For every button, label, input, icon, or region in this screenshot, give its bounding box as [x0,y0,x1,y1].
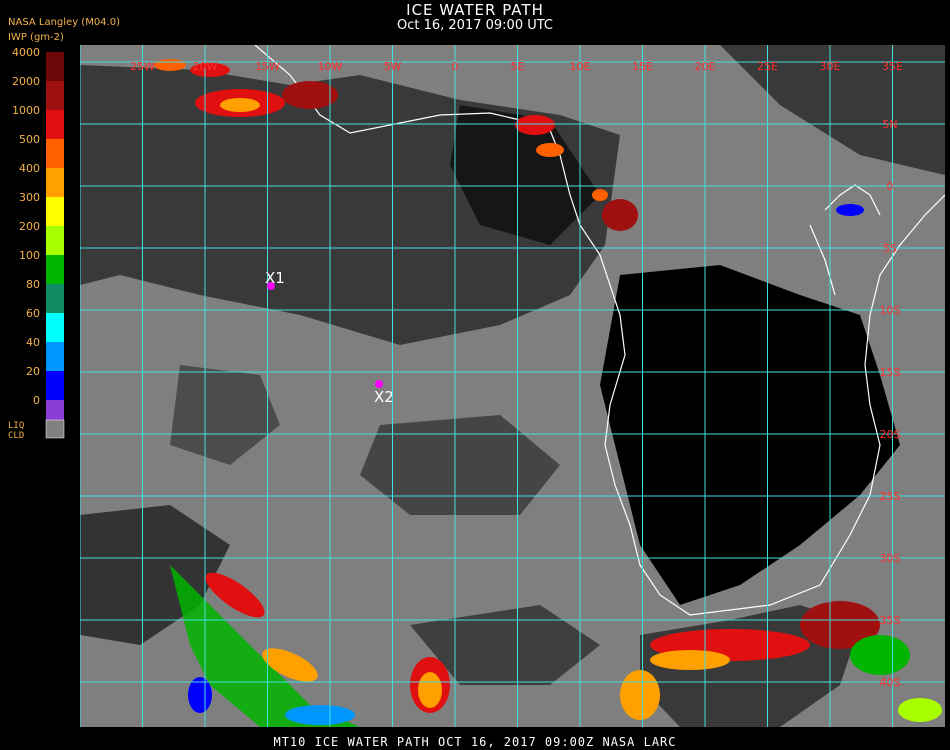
legend-swatch [46,139,64,168]
legend-swatch [46,255,64,284]
longitude-label: 20W [193,60,218,73]
longitude-label: 25E [757,60,778,73]
liquid-cloud-label: CLD [8,431,24,441]
legend-tick-label: 200 [19,220,40,233]
latitude-label: 30S [880,552,901,565]
longitude-label: 10E [570,60,591,73]
legend-swatch [46,342,64,371]
longitude-label: 15E [632,60,653,73]
longitude-label: 35E [882,60,903,73]
legend-tick-label: 400 [19,162,40,175]
latitude-label: 10S [880,304,901,317]
latitude-label: 15S [880,366,901,379]
satellite-map[interactable]: 25W 20W 15W 10W 5W 0 5E 10E 15E 20E 25E 30E 35E 5N 0 5… [80,45,945,727]
legend-tick-label: 0 [33,394,40,407]
latitude-label: 40S [880,676,901,689]
liquid-cloud-swatch [45,419,65,439]
marker-point[interactable] [375,380,383,388]
longitude-label: 30E [820,60,841,73]
legend-swatch [46,52,64,81]
latitude-label: 20S [880,428,901,441]
legend-tick-label: 100 [19,249,40,262]
legend-swatch [46,168,64,197]
latitude-label: 0 [887,180,894,193]
footer-caption: MT10 ICE WATER PATH OCT 16, 2017 09:00Z … [273,735,677,749]
color-legend: 400020001000500400300200100806040200LIQC… [8,46,65,441]
latitude-label: 5S [883,242,897,255]
longitude-label: 5W [384,60,402,73]
longitude-label: 0 [452,60,459,73]
legend-swatch [46,197,64,226]
legend-tick-label: 300 [19,191,40,204]
legend-tick-label: 1000 [12,104,40,117]
marker-label: X2 [374,388,394,406]
legend-tick-label: 500 [19,133,40,146]
legend-tick-label: 40 [26,336,40,349]
legend-swatch [46,226,64,255]
legend-tick-label: 4000 [12,46,40,59]
legend-tick-label: 2000 [12,75,40,88]
liquid-cloud-label: LIQ [8,421,24,431]
longitude-label: 10W [318,60,343,73]
legend-swatch [46,313,64,342]
latitude-label: 35S [880,614,901,627]
legend-swatch [46,110,64,139]
legend-swatch [46,284,64,313]
latitude-label: 5N [882,118,897,131]
legend-tick-label: 80 [26,278,40,291]
legend-swatch [46,81,64,110]
longitude-label: 20E [695,60,716,73]
latitude-label: 25S [880,490,901,503]
map-title: ICE WATER PATH [406,1,544,19]
legend-tick-label: 60 [26,307,40,320]
legend-swatch [46,371,64,400]
longitude-label: 5E [511,60,525,73]
map-subtitle: Oct 16, 2017 09:00 UTC [397,18,553,33]
longitude-label: 15W [255,60,280,73]
longitude-label: 25W [130,60,155,73]
marker-label: X1 [265,269,285,287]
legend-tick-label: 20 [26,365,40,378]
